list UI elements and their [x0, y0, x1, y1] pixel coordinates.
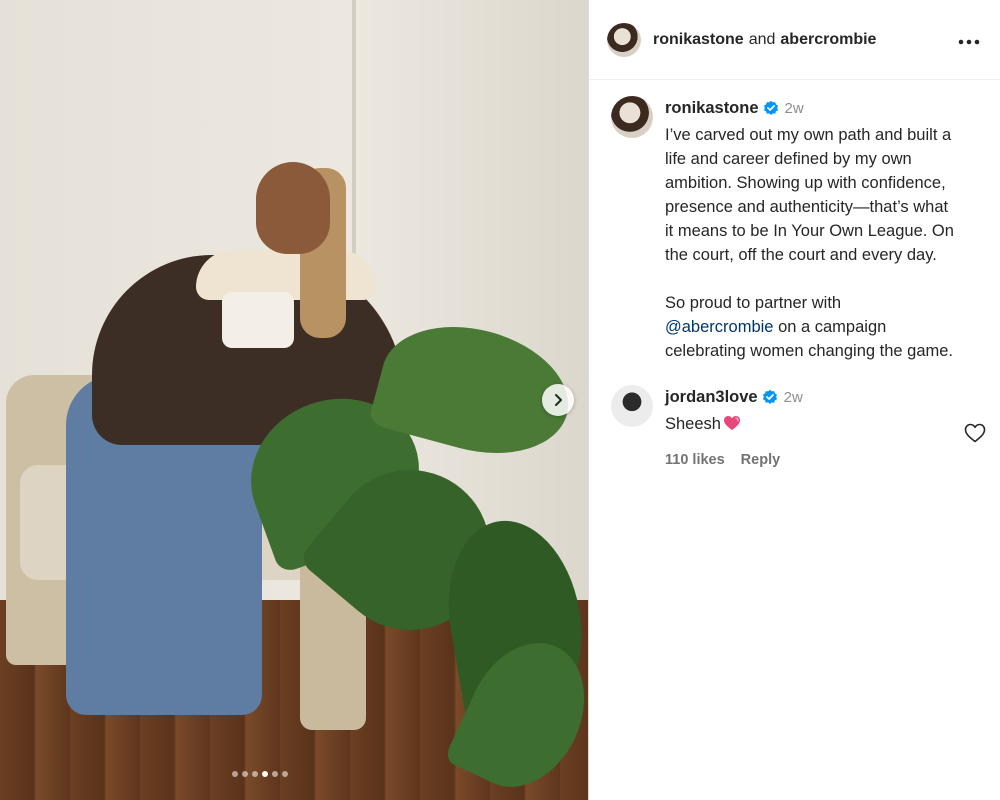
- collab-joiner: and: [748, 30, 776, 48]
- verified-badge-icon: [762, 388, 778, 412]
- collaborator-username-link[interactable]: abercrombie: [780, 31, 876, 48]
- chevron-right-icon: [555, 394, 562, 406]
- carousel-indicator: [232, 771, 288, 777]
- verified-badge-icon: [763, 99, 779, 123]
- caption-username-link[interactable]: ronikastone: [665, 99, 759, 117]
- caption-paragraph-2: So proud to partner with @abercrombie on …: [665, 291, 954, 363]
- post-side-panel: ronikastone and abercrombie ronikastone 2w …: [589, 0, 1000, 800]
- carousel-dot: [282, 771, 288, 777]
- post-media[interactable]: [0, 0, 588, 800]
- comment-body: jordan3love 2w Sheesh 110 likes Reply: [665, 385, 803, 472]
- caption-author-avatar[interactable]: [611, 96, 653, 138]
- carousel-dot: [242, 771, 248, 777]
- caption-text-before-mention: So proud to partner with: [665, 294, 842, 312]
- caption-paragraph-1: I’ve carved out my own path and built a …: [665, 126, 954, 264]
- author-avatar[interactable]: [607, 22, 641, 57]
- heart-outline-icon: [964, 423, 986, 443]
- more-options-button[interactable]: [958, 28, 980, 51]
- author-username-link[interactable]: ronikastone: [653, 31, 744, 48]
- comment-text: Sheesh: [665, 415, 721, 433]
- carousel-dot: [252, 771, 258, 777]
- commenter-username-link[interactable]: jordan3love: [665, 388, 758, 406]
- carousel-dot: [272, 771, 278, 777]
- comment-likes-count[interactable]: 110 likes: [665, 448, 725, 472]
- abercrombie-mention-link[interactable]: @abercrombie: [665, 318, 773, 336]
- photo-person-head: [256, 162, 330, 254]
- photo-person-top: [222, 292, 294, 348]
- carousel-next-button[interactable]: [542, 384, 574, 416]
- post-header: ronikastone and abercrombie: [589, 0, 1000, 80]
- carousel-dot-active: [262, 771, 268, 777]
- heart-emoji-icon: [723, 414, 741, 438]
- post-caption: ronikastone 2w I’ve carved out my own pat…: [589, 80, 1000, 363]
- comment-like-button[interactable]: [964, 423, 986, 448]
- comment-timestamp[interactable]: 2w: [784, 389, 803, 406]
- comment-reply-button[interactable]: Reply: [741, 448, 781, 472]
- carousel-dot: [232, 771, 238, 777]
- post-header-title: ronikastone and abercrombie: [653, 31, 876, 49]
- more-horizontal-icon: [958, 39, 980, 45]
- commenter-avatar[interactable]: [611, 385, 653, 427]
- comment-item: jordan3love 2w Sheesh 110 likes Reply: [589, 363, 1000, 472]
- caption-timestamp[interactable]: 2w: [785, 100, 804, 117]
- caption-body: ronikastone 2w I’ve carved out my own pat…: [665, 96, 954, 363]
- comment-meta: 110 likes Reply: [665, 448, 803, 472]
